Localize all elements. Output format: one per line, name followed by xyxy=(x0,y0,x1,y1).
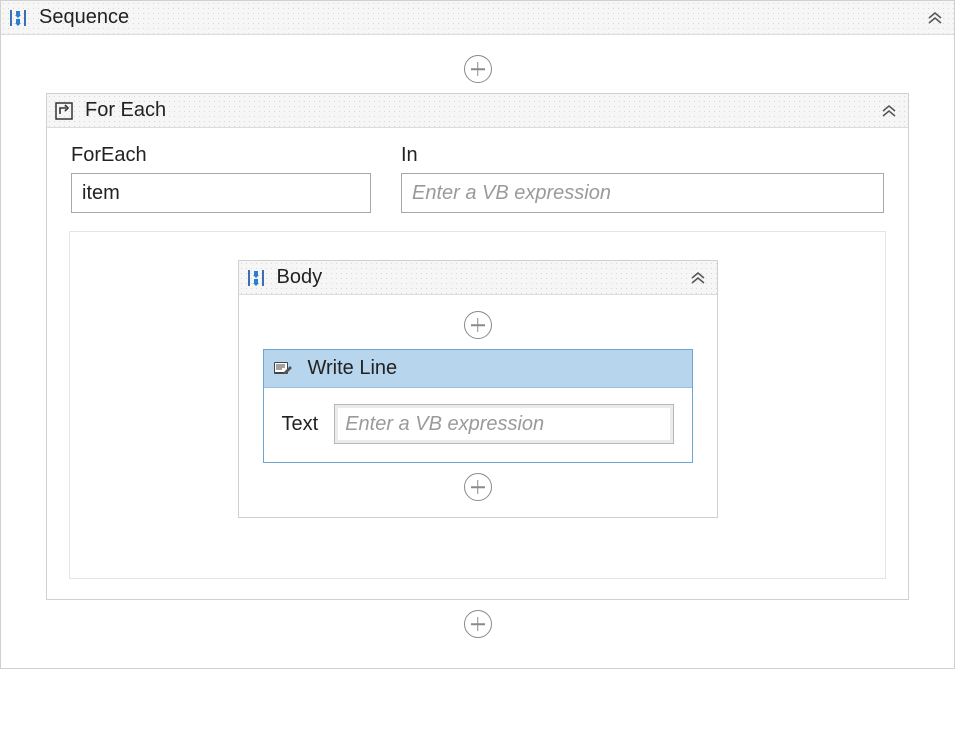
plus-icon xyxy=(464,311,492,339)
writeline-text-label: Text xyxy=(282,413,319,436)
sequence-title: Sequence xyxy=(39,6,129,29)
foreach-iterator-label: ForEach xyxy=(71,144,371,167)
foreach-title: For Each xyxy=(85,99,166,122)
writeline-title: Write Line xyxy=(308,357,398,380)
add-activity-slot-body-bottom[interactable] xyxy=(464,463,492,511)
foreach-collection-input[interactable] xyxy=(401,173,884,213)
foreach-collection-label: In xyxy=(401,144,884,167)
collapse-icon[interactable] xyxy=(689,269,707,287)
foreach-activity: For Each ForEach In xyxy=(46,93,909,600)
foreach-header[interactable]: For Each xyxy=(47,94,908,128)
plus-icon xyxy=(464,473,492,501)
writeline-header[interactable]: Write Line xyxy=(264,350,692,388)
body-title: Body xyxy=(277,266,323,289)
writeline-activity[interactable]: Write Line Text xyxy=(263,349,693,463)
body-header[interactable]: Body xyxy=(239,261,717,295)
sequence-icon xyxy=(245,267,267,289)
writeline-icon xyxy=(272,358,294,380)
collapse-icon[interactable] xyxy=(926,9,944,27)
add-activity-slot-body-top[interactable] xyxy=(464,301,492,349)
sequence-icon xyxy=(7,7,29,29)
plus-icon xyxy=(464,610,492,638)
body-activity: Body xyxy=(238,260,718,518)
collapse-icon[interactable] xyxy=(880,102,898,120)
add-activity-slot-top[interactable] xyxy=(464,45,492,93)
foreach-iterator-input[interactable] xyxy=(71,173,371,213)
foreach-icon xyxy=(53,100,75,122)
writeline-body: Text xyxy=(264,388,692,462)
add-activity-slot-bottom[interactable] xyxy=(464,600,492,648)
sequence-activity: Sequence For Each xyxy=(0,0,955,669)
writeline-text-input[interactable] xyxy=(334,404,673,444)
foreach-config-row: ForEach In xyxy=(65,144,890,231)
foreach-body-container: Body xyxy=(69,231,886,579)
plus-icon xyxy=(464,55,492,83)
sequence-header[interactable]: Sequence xyxy=(1,1,954,35)
